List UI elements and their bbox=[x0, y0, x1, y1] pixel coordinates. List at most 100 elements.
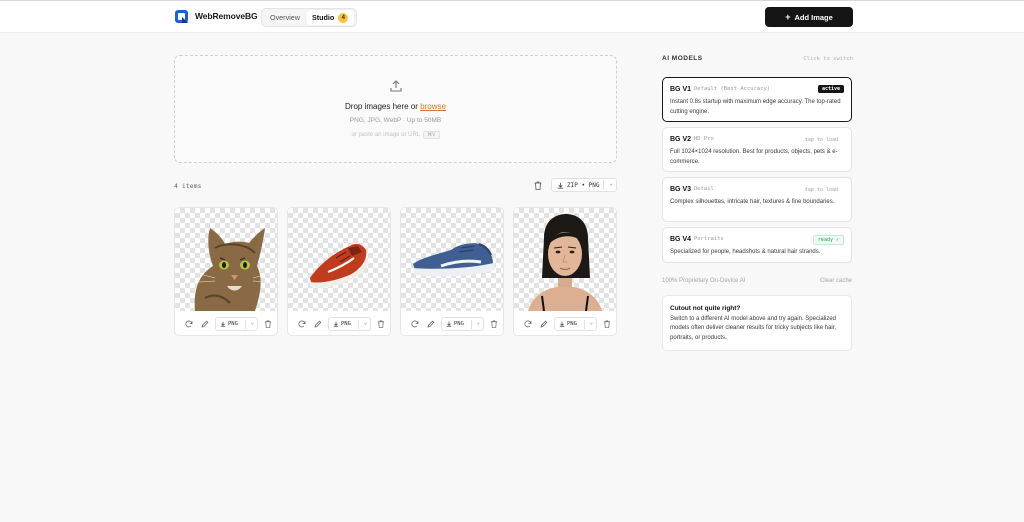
woman-portrait-image bbox=[528, 214, 602, 312]
format-label: PNG bbox=[228, 321, 238, 327]
format-divider bbox=[358, 320, 359, 329]
model-option-bg-v4[interactable]: BG V4 Portraits ready ✓ Specialized for … bbox=[662, 227, 852, 263]
red-sneaker-image bbox=[310, 243, 369, 288]
trash-icon[interactable] bbox=[264, 320, 272, 328]
chevron-down-icon[interactable]: ⌄ bbox=[364, 320, 367, 326]
download-png-button[interactable]: PNG ⌄ bbox=[554, 317, 597, 331]
format-label: PNG bbox=[454, 321, 464, 327]
trash-icon[interactable] bbox=[377, 320, 385, 328]
edit-icon[interactable] bbox=[314, 320, 322, 328]
format-label: PNG bbox=[341, 321, 351, 327]
tab-overview-label: Overview bbox=[270, 13, 300, 22]
model-status-badge: tap to load bbox=[804, 187, 838, 193]
brand-name: WebRemoveBG bbox=[195, 11, 258, 21]
refresh-icon[interactable] bbox=[185, 320, 193, 328]
edit-icon[interactable] bbox=[427, 320, 435, 328]
trash-icon[interactable] bbox=[490, 320, 498, 328]
models-section-hint: Click to switch bbox=[803, 56, 853, 62]
dropzone-title: Drop images here or browse bbox=[175, 102, 616, 111]
image-thumbnail[interactable] bbox=[175, 208, 277, 311]
tab-studio[interactable]: Studio 4 bbox=[305, 10, 355, 25]
plus-icon: + bbox=[785, 11, 791, 22]
format-divider bbox=[584, 320, 585, 329]
model-status-badge: tap to load bbox=[804, 137, 838, 143]
download-icon bbox=[446, 321, 452, 327]
image-card[interactable]: PNG ⌄ bbox=[513, 207, 617, 336]
image-card[interactable]: PNG ⌄ bbox=[400, 207, 504, 336]
model-tag: Detail bbox=[694, 186, 714, 192]
refresh-icon[interactable] bbox=[524, 320, 532, 328]
download-png-button[interactable]: PNG ⌄ bbox=[441, 317, 484, 331]
tip-card: Cutout not quite right? Switch to a diff… bbox=[662, 295, 852, 351]
model-option-bg-v2[interactable]: BG V2 HD Pro tap to load Full 1024×1024 … bbox=[662, 127, 852, 172]
refresh-icon[interactable] bbox=[411, 320, 419, 328]
model-description: Full 1024×1024 resolution. Best for prod… bbox=[670, 149, 838, 165]
export-zip-button[interactable]: ZIP • PNG ⌄ bbox=[551, 178, 617, 192]
browse-link[interactable]: browse bbox=[420, 102, 446, 111]
upload-dropzone[interactable]: Drop images here or browse PNG, JPG, Web… bbox=[174, 55, 617, 163]
edit-icon[interactable] bbox=[540, 320, 548, 328]
add-image-label: Add Image bbox=[794, 12, 833, 22]
edit-icon[interactable] bbox=[201, 320, 209, 328]
card-actions: PNG ⌄ bbox=[514, 317, 616, 331]
trash-icon[interactable] bbox=[603, 320, 611, 328]
format-label: PNG bbox=[567, 321, 577, 327]
export-label: ZIP • PNG bbox=[567, 181, 600, 189]
refresh-icon[interactable] bbox=[298, 320, 306, 328]
card-actions: PNG ⌄ bbox=[401, 317, 503, 331]
on-device-note: 100% Proprietary On-Device AI bbox=[662, 278, 746, 284]
chevron-down-icon[interactable]: ⌄ bbox=[251, 320, 254, 326]
tab-studio-label: Studio bbox=[311, 13, 335, 22]
format-divider bbox=[471, 320, 472, 329]
dropzone-title-text: Drop images here or bbox=[345, 102, 421, 111]
dropzone-formats: PNG, JPG, WebP · Up to 50MB bbox=[349, 117, 442, 124]
model-description: Specialized for people, headshots & natu… bbox=[670, 249, 821, 255]
model-description: Complex silhouettes, intricate hair, tex… bbox=[670, 199, 835, 205]
blue-sneaker-image bbox=[413, 243, 495, 277]
download-icon bbox=[333, 321, 339, 327]
image-card[interactable]: PNG ⌄ bbox=[287, 207, 391, 336]
image-thumbnail[interactable] bbox=[288, 208, 390, 311]
tip-title: Cutout not quite right? bbox=[670, 305, 741, 312]
url-hint-text: or paste an image or URL bbox=[351, 132, 421, 138]
download-png-button[interactable]: PNG ⌄ bbox=[215, 317, 258, 331]
model-option-bg-v3[interactable]: BG V3 Detail tap to load Complex silhoue… bbox=[662, 177, 852, 222]
image-thumbnail[interactable] bbox=[514, 208, 616, 312]
model-description: Instant 0.8s startup with maximum edge a… bbox=[670, 99, 841, 115]
model-tag: HD Pro bbox=[694, 136, 714, 142]
export-divider bbox=[603, 180, 604, 190]
model-status-badge: active bbox=[817, 85, 844, 93]
paste-shortcut-key: ⌘V bbox=[423, 131, 440, 139]
download-icon bbox=[557, 182, 564, 189]
add-image-button[interactable]: + Add Image bbox=[765, 7, 853, 27]
image-card[interactable]: PNG ⌄ bbox=[174, 207, 278, 336]
tip-body: Switch to a different AI model above and… bbox=[670, 316, 837, 341]
chevron-down-icon[interactable]: ⌄ bbox=[590, 320, 593, 326]
model-name: BG V2 bbox=[670, 136, 692, 143]
cat-image bbox=[194, 228, 270, 311]
download-png-button[interactable]: PNG ⌄ bbox=[328, 317, 371, 331]
model-tag: Default (Best Accuracy) bbox=[694, 86, 771, 92]
model-status-badge: ready ✓ bbox=[812, 235, 844, 245]
models-section-title: AI MODELS bbox=[662, 55, 703, 62]
image-thumbnail[interactable] bbox=[401, 208, 503, 311]
chevron-down-icon[interactable]: ⌄ bbox=[609, 180, 613, 187]
download-icon bbox=[220, 321, 226, 327]
download-icon bbox=[559, 321, 565, 327]
card-actions: PNG ⌄ bbox=[288, 317, 390, 331]
model-tag: Portraits bbox=[694, 236, 724, 242]
model-option-bg-v1[interactable]: BG V1 Default (Best Accuracy) active Ins… bbox=[662, 77, 852, 122]
model-name: BG V1 bbox=[670, 86, 692, 93]
view-switcher: Overview Studio 4 bbox=[261, 8, 358, 27]
format-divider bbox=[245, 320, 246, 329]
top-bar: WebRemoveBG Overview Studio 4 + Add Imag… bbox=[0, 0, 1024, 33]
trash-icon[interactable] bbox=[534, 181, 542, 190]
clear-cache-link[interactable]: Clear cache bbox=[820, 278, 852, 284]
card-actions: PNG ⌄ bbox=[175, 317, 277, 331]
upload-icon bbox=[390, 80, 402, 92]
logo-icon bbox=[175, 10, 188, 23]
chevron-down-icon[interactable]: ⌄ bbox=[477, 320, 480, 326]
model-name: BG V4 bbox=[670, 236, 692, 243]
tab-overview[interactable]: Overview bbox=[264, 10, 306, 25]
dropzone-url-hint: or paste an image or URL ⌘V bbox=[175, 131, 616, 139]
